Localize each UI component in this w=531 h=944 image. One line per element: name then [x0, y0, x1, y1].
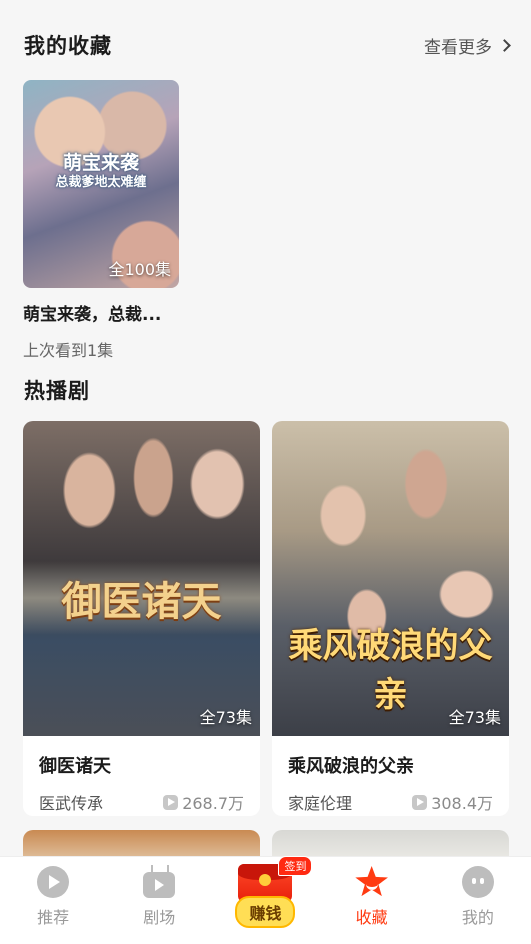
bottom-tab-bar: 推荐 剧场 签到 赚钱 收藏 我的	[0, 856, 531, 944]
tab-label: 我的	[461, 908, 494, 927]
view-count: 268.7万	[163, 790, 244, 814]
tab-label: 推荐	[37, 908, 70, 927]
favorites-header: 我的收藏 查看更多	[24, 30, 511, 60]
favorite-cover[interactable]: 萌宝来袭 总裁爹地太难缠 全100集	[23, 80, 179, 288]
drama-name: 乘风破浪的父亲	[288, 756, 414, 777]
drama-cover[interactable]: 御医诸天 全73集	[23, 421, 260, 736]
episode-count: 全100集	[108, 260, 171, 279]
drama-cover[interactable]: 乘风破浪的父亲 全73集	[272, 421, 509, 736]
view-count-value: 268.7万	[182, 794, 244, 813]
favorite-cover-title: 萌宝来袭 总裁爹地太难缠	[55, 152, 147, 190]
drama-tag: 家庭伦理	[288, 794, 353, 813]
play-circle-icon	[37, 866, 70, 898]
tab-favorites[interactable]: 收藏	[319, 866, 425, 928]
view-more-link[interactable]: 查看更多	[424, 33, 511, 58]
favorite-card[interactable]: 萌宝来袭 总裁爹地太难缠 全100集 萌宝来袭，总裁... 上次看到1集	[23, 80, 179, 361]
face-icon	[461, 866, 494, 898]
episode-count: 全73集	[199, 708, 252, 727]
drama-tag: 医武传承	[39, 794, 104, 813]
tab-recommend[interactable]: 推荐	[0, 866, 106, 928]
hot-title: 热播剧	[24, 379, 90, 403]
drama-card[interactable]: 乘风破浪的父亲 全73集 乘风破浪的父亲 家庭伦理 308.4万	[272, 421, 509, 816]
tab-label: 赚钱	[235, 896, 296, 928]
star-icon	[355, 866, 388, 897]
chevron-right-icon	[498, 38, 511, 52]
tab-label: 收藏	[355, 908, 388, 927]
favorites-title: 我的收藏	[24, 34, 112, 58]
tab-label: 剧场	[143, 908, 176, 927]
checkin-badge[interactable]: 签到	[278, 856, 313, 876]
tv-icon	[143, 872, 176, 898]
watch-progress: 上次看到1集	[23, 341, 114, 360]
drama-card[interactable]: 御医诸天 全73集 御医诸天 医武传承 268.7万	[23, 421, 260, 816]
tab-theater[interactable]: 剧场	[106, 866, 212, 928]
view-count: 308.4万	[412, 790, 493, 814]
tab-mine[interactable]: 我的	[425, 866, 531, 928]
view-more-label: 查看更多	[424, 37, 492, 58]
favorite-name: 萌宝来袭，总裁...	[23, 305, 162, 325]
drama-name: 御医诸天	[39, 756, 111, 777]
play-count-icon	[163, 794, 179, 810]
hot-header: 热播剧	[24, 375, 509, 405]
episode-count: 全73集	[448, 708, 501, 727]
tab-earn[interactable]: 签到 赚钱	[212, 856, 318, 928]
play-count-icon	[412, 794, 428, 810]
drama-cover-title: 御医诸天	[23, 561, 260, 635]
drama-cover-title: 乘风破浪的父亲	[288, 626, 493, 715]
view-count-value: 308.4万	[431, 794, 493, 813]
